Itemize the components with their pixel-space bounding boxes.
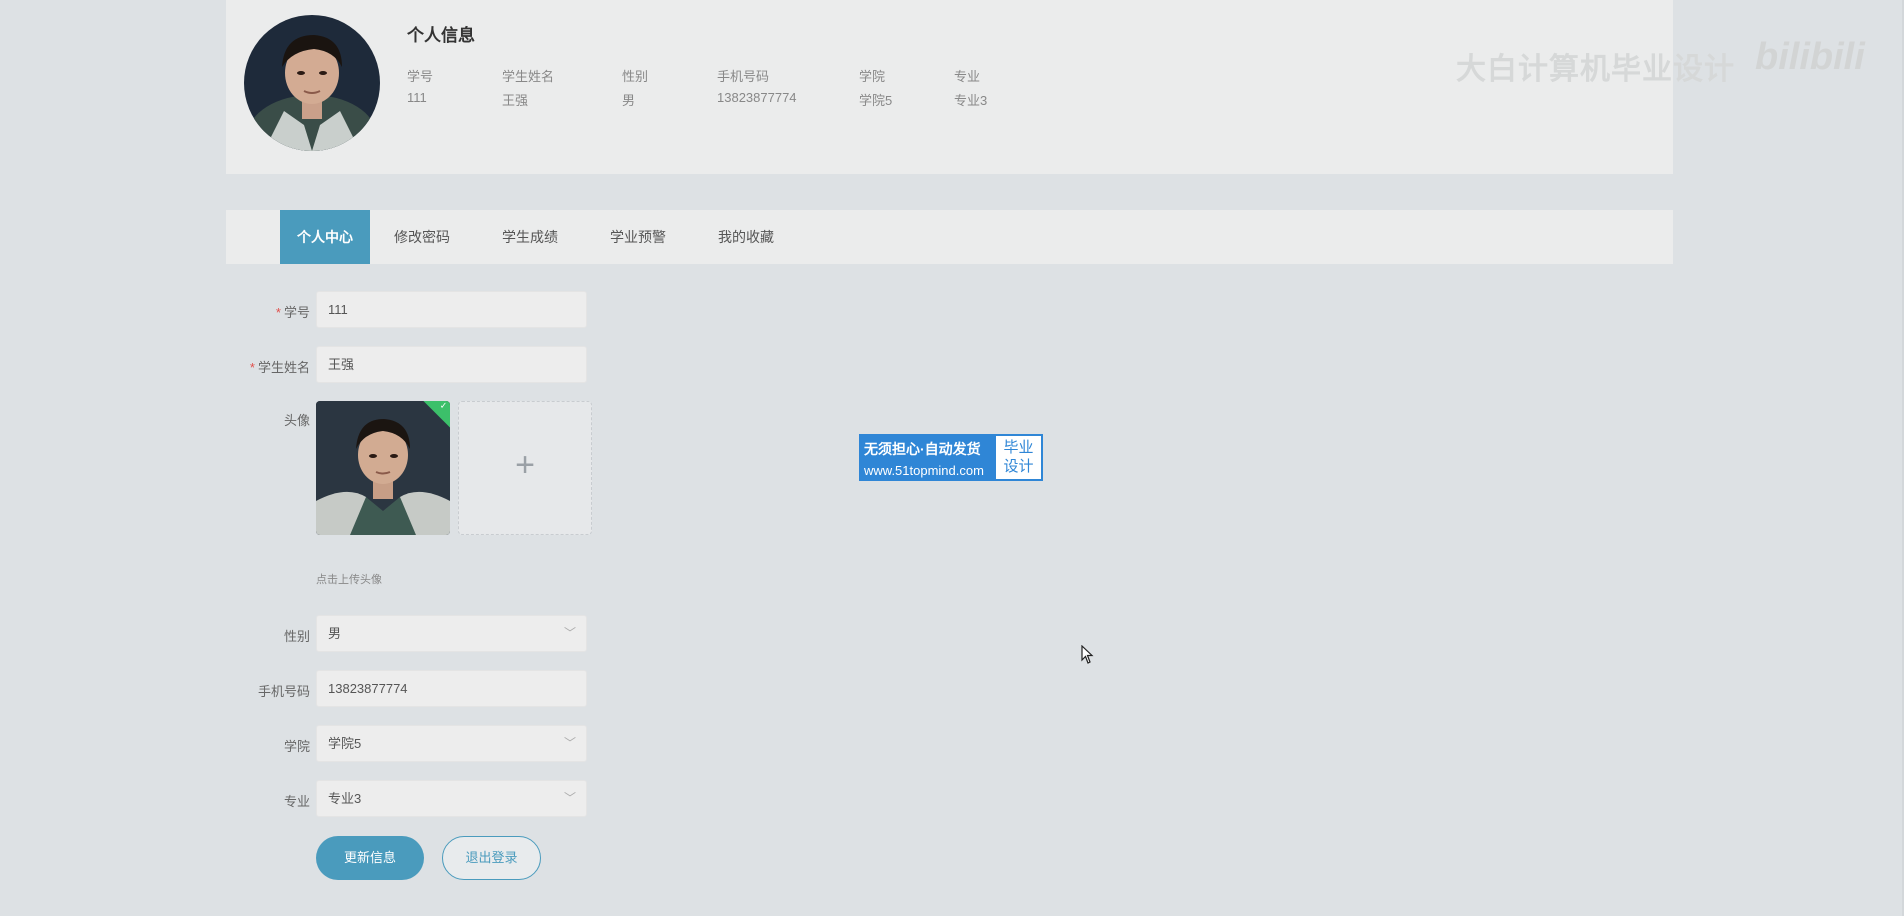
- upload-add-button[interactable]: +: [458, 401, 592, 535]
- student-id-label: * 学号: [226, 302, 310, 321]
- info-label: 学院: [859, 69, 886, 84]
- info-student-id: 学号 111: [407, 66, 433, 105]
- mouse-cursor-icon: [1081, 644, 1095, 670]
- label-text: 学号: [283, 305, 310, 320]
- tab-my-favorites[interactable]: 我的收藏: [710, 210, 782, 264]
- required-mark: *: [249, 360, 255, 375]
- college-value: 学院5: [328, 736, 362, 751]
- info-value: 学院5: [859, 93, 893, 108]
- major-select[interactable]: 专业3 ﹀: [316, 780, 587, 817]
- ad-slogan: 无须担心·自动发货: [864, 441, 981, 457]
- info-label: 学号: [407, 69, 434, 84]
- uploaded-avatar-image[interactable]: ✓: [316, 401, 450, 535]
- label-text: 学生姓名: [257, 360, 310, 375]
- ad-right-box: 毕业 设计: [996, 436, 1041, 479]
- form-row-avatar: 头像 ✓ + 点击上传头像: [226, 401, 826, 591]
- gender-label: 性别: [283, 629, 310, 644]
- form-row-phone: 手机号码 13823877774: [226, 670, 826, 710]
- ad-badge: 无须担心·自动发货 www.51topmind.com 毕业 设计: [859, 434, 1043, 481]
- chevron-down-icon: ﹀: [563, 736, 576, 750]
- chevron-down-icon: ﹀: [563, 626, 576, 640]
- ad-left: 无须担心·自动发货 www.51topmind.com: [864, 439, 984, 478]
- student-name-input[interactable]: 王强: [316, 346, 587, 383]
- check-icon: ✓: [439, 401, 448, 411]
- tab-change-password[interactable]: 修改密码: [386, 210, 458, 264]
- tab-personal-center[interactable]: 个人中心: [280, 210, 370, 264]
- gender-select[interactable]: 男 ﹀: [316, 615, 587, 652]
- info-value: 男: [622, 93, 636, 108]
- bilibili-logo: bilibili: [1755, 36, 1865, 78]
- tab-academic-warning[interactable]: 学业预警: [602, 210, 674, 264]
- info-value: 111: [407, 90, 427, 105]
- ad-url: www.51topmind.com: [864, 463, 984, 478]
- info-value: 13823877774: [717, 90, 797, 105]
- college-select[interactable]: 学院5 ﹀: [316, 725, 587, 762]
- tab-bar: 个人中心 修改密码 学生成绩 学业预警 我的收藏: [226, 210, 1673, 264]
- major-label: 专业: [283, 794, 310, 809]
- update-info-button[interactable]: 更新信息: [316, 836, 424, 880]
- info-college: 学院 学院5: [859, 66, 892, 109]
- chevron-down-icon: ﹀: [563, 791, 576, 805]
- profile-avatar: [244, 15, 380, 151]
- required-mark: *: [275, 305, 281, 320]
- info-gender: 性别 男: [622, 66, 648, 109]
- info-label: 性别: [622, 69, 649, 84]
- info-label: 学生姓名: [502, 69, 555, 84]
- upload-hint: 点击上传头像: [316, 574, 382, 586]
- gender-value: 男: [328, 626, 342, 641]
- tab-student-grades[interactable]: 学生成绩: [494, 210, 566, 264]
- info-value: 专业3: [954, 93, 988, 108]
- info-value: 王强: [502, 93, 529, 108]
- college-label: 学院: [283, 739, 310, 754]
- phone-label: 手机号码: [257, 684, 310, 699]
- info-student-name: 学生姓名 王强: [502, 66, 554, 109]
- watermark-text: 大白计算机毕业设计: [1456, 53, 1735, 86]
- form-row-major: 专业 专业3 ﹀: [226, 780, 826, 820]
- student-id-input[interactable]: 111: [316, 291, 587, 328]
- form-row-college: 学院 学院5 ﹀: [226, 725, 826, 765]
- logout-button[interactable]: 退出登录: [442, 836, 541, 880]
- form-row-gender: 性别 男 ﹀: [226, 615, 826, 655]
- avatar-label: 头像: [283, 413, 310, 428]
- ad-right-line2: 设计: [1003, 458, 1034, 475]
- profile-title: 个人信息: [407, 26, 475, 45]
- info-label: 专业: [954, 69, 981, 84]
- form-row-student-id: * 学号 111: [226, 291, 826, 331]
- major-value: 专业3: [328, 791, 362, 806]
- ad-right-line1: 毕业: [1003, 439, 1034, 456]
- info-label: 手机号码: [717, 69, 770, 84]
- student-name-label: * 学生姓名: [226, 357, 310, 376]
- phone-input[interactable]: 13823877774: [316, 670, 587, 707]
- form-row-student-name: * 学生姓名 王强: [226, 346, 826, 386]
- info-major: 专业 专业3: [954, 66, 987, 109]
- info-phone: 手机号码 13823877774: [717, 66, 797, 105]
